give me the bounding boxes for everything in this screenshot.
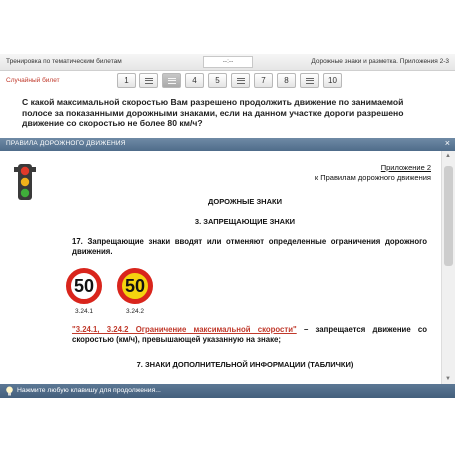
timer-display: --:-- (203, 56, 253, 68)
speed-limit-sign-3-24-1: 50 (66, 268, 102, 304)
question-button-2[interactable] (139, 73, 158, 88)
section-title: Дорожные знаки и разметка. Приложения 2-… (311, 58, 449, 65)
paragraph-17: 17. Запрещающие знаки вводят или отменяю… (72, 237, 427, 256)
question-text: С какой максимальной скоростью Вам разре… (22, 97, 404, 128)
sign-description: "3.24.1, 3.24.2 Ограничение максимальной… (72, 325, 427, 344)
lightbulb-icon (6, 386, 13, 396)
question-button-3[interactable] (162, 73, 181, 88)
sign-caption-3-24-1: 3.24.1 (74, 308, 94, 315)
question-button-8[interactable]: 8 (277, 73, 296, 88)
appendix-reference: Приложение 2 к Правилам дорожного движен… (315, 163, 431, 183)
question-button-10[interactable]: 10 (323, 73, 342, 88)
traffic-light-icon (14, 164, 36, 200)
rules-scrollbar[interactable]: ▲ ▼ (441, 151, 455, 384)
question-button-7[interactable]: 7 (254, 73, 273, 88)
section-heading-road-signs: ДОРОЖНЫЕ ЗНАКИ (208, 197, 282, 206)
ticket-bar: Случайный билет 1 4 5 7 8 10 (0, 72, 455, 90)
sign-reference-link[interactable]: "3.24.1, 3.24.2 Ограничение максимальной… (72, 325, 297, 334)
rules-panel-body: Приложение 2 к Правилам дорожного движен… (0, 151, 455, 384)
list-icon (236, 78, 245, 84)
section-heading-prohibitory: 3. ЗАПРЕЩАЮЩИЕ ЗНАКИ (194, 217, 296, 226)
scroll-up-icon[interactable]: ▲ (445, 153, 451, 159)
scrollbar-thumb[interactable] (444, 166, 453, 266)
mode-title: Тренировка по тематическим билетам (6, 58, 122, 65)
status-bar: Нажмите любую клавишу для продолжения... (0, 384, 455, 398)
scroll-down-icon[interactable]: ▼ (445, 376, 451, 382)
appendix-title: Приложение 2 (380, 163, 431, 172)
question-button-1[interactable]: 1 (117, 73, 136, 88)
rules-panel-title: ПРАВИЛА ДОРОЖНОГО ДВИЖЕНИЯ (6, 140, 126, 147)
question-button-5[interactable]: 5 (208, 73, 227, 88)
top-toolbar: Тренировка по тематическим билетам --:--… (0, 54, 455, 71)
list-icon (144, 78, 153, 84)
list-icon (167, 78, 176, 84)
list-icon (305, 78, 314, 84)
ticket-label: Случайный билет (6, 77, 60, 84)
close-icon[interactable]: × (445, 138, 450, 148)
section-heading-additional-info: 7. ЗНАКИ ДОПОЛНИТЕЛЬНОЙ ИНФОРМАЦИИ (ТАБЛ… (136, 360, 354, 369)
question-button-9[interactable] (300, 73, 319, 88)
question-button-6[interactable] (231, 73, 250, 88)
speed-limit-sign-3-24-2: 50 (117, 268, 153, 304)
appendix-subtitle: к Правилам дорожного движения (314, 173, 431, 182)
rules-panel-header: ПРАВИЛА ДОРОЖНОГО ДВИЖЕНИЯ × (0, 138, 455, 151)
status-message: Нажмите любую клавишу для продолжения... (17, 387, 161, 394)
sign-caption-3-24-2: 3.24.2 (125, 308, 145, 315)
question-button-4[interactable]: 4 (185, 73, 204, 88)
